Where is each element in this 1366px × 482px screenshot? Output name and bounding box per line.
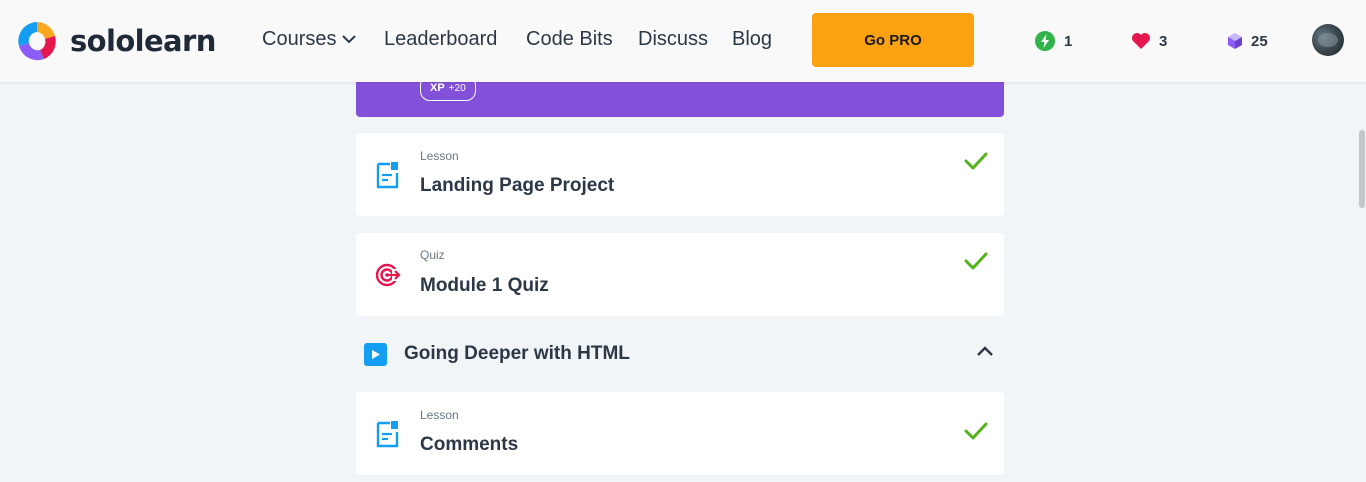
checkmark-icon [964, 152, 988, 170]
heart-icon [1132, 33, 1150, 49]
scrollbar-thumb[interactable] [1359, 130, 1365, 208]
bits-count: 25 [1251, 32, 1268, 50]
item-type-label: Lesson [420, 408, 459, 422]
item-title: Comments [420, 434, 519, 455]
module-section-header[interactable]: Going Deeper with HTML [356, 333, 1004, 375]
nav-blog[interactable]: Blog [732, 28, 772, 51]
sololearn-logo[interactable]: sololearn [14, 18, 216, 64]
hearts-count: 3 [1159, 32, 1168, 50]
section-title: Going Deeper with HTML [404, 343, 630, 364]
lesson-icon [376, 162, 399, 189]
nav-courses-label: Courses [262, 28, 337, 50]
sololearn-logo-icon [18, 22, 56, 61]
checkmark-icon [964, 252, 988, 270]
xp-label: XP [430, 82, 445, 94]
xp-amount: +20 [448, 82, 466, 94]
bits-counter[interactable]: 25 [1227, 30, 1268, 52]
cube-icon [1228, 33, 1242, 49]
logo-text: sololearn [70, 24, 216, 58]
nav-leaderboard[interactable]: Leaderboard [384, 28, 497, 51]
checkmark-icon [964, 422, 988, 440]
quiz-card[interactable]: Quiz Module 1 Quiz [356, 233, 1004, 316]
item-title: Landing Page Project [420, 175, 615, 196]
top-navbar: sololearn Courses Leaderboard Code Bits … [0, 0, 1366, 82]
item-type-label: Quiz [420, 248, 445, 262]
user-avatar[interactable] [1312, 24, 1344, 56]
streak-counter[interactable]: 1 [1034, 30, 1072, 52]
lesson-card[interactable]: Lesson Landing Page Project [356, 133, 1004, 216]
lesson-card[interactable]: Lesson Comments [356, 392, 1004, 475]
go-pro-button[interactable]: Go PRO [812, 13, 974, 67]
hearts-counter[interactable]: 3 [1131, 30, 1167, 52]
nav-code-bits[interactable]: Code Bits [526, 28, 613, 51]
nav-discuss[interactable]: Discuss [638, 28, 708, 51]
chevron-up-icon[interactable] [976, 345, 994, 357]
item-title: Module 1 Quiz [420, 275, 549, 296]
lightning-icon [1035, 31, 1055, 51]
lesson-icon [376, 421, 399, 448]
play-icon [364, 343, 387, 366]
chevron-down-icon [342, 35, 357, 44]
quiz-target-icon [375, 263, 401, 287]
item-type-label: Lesson [420, 149, 459, 163]
nav-courses[interactable]: Courses [262, 28, 357, 51]
streak-count: 1 [1064, 32, 1073, 50]
